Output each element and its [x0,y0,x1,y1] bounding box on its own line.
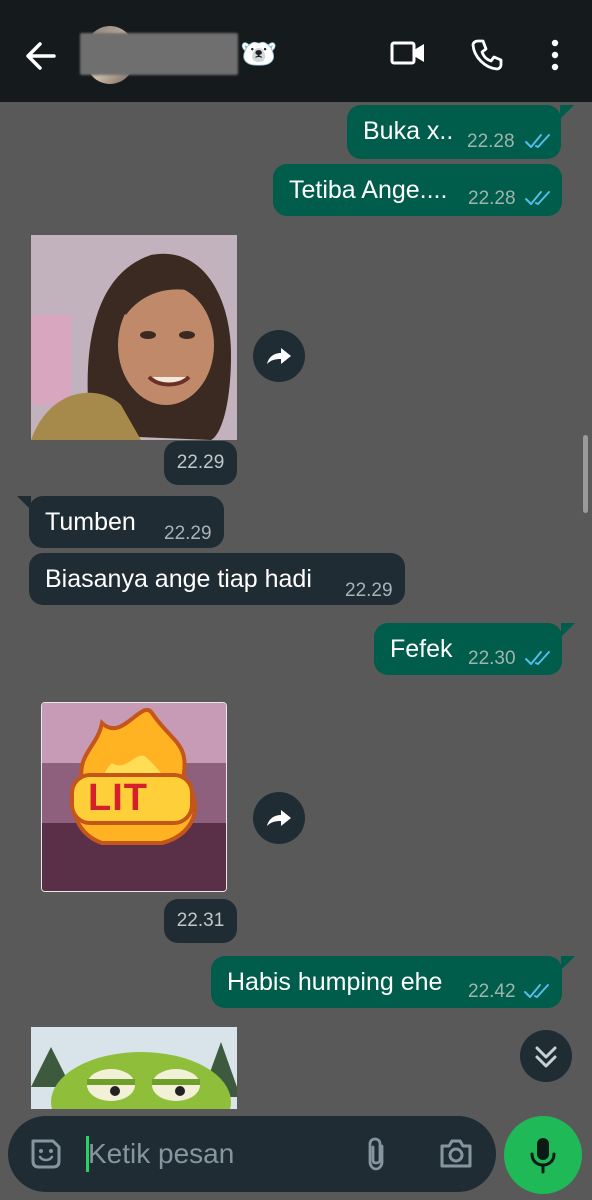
voice-record-button[interactable] [504,1116,582,1194]
chevron-double-down-icon [535,1046,557,1068]
forward-icon [267,348,291,364]
video-call-icon[interactable] [390,38,426,68]
incoming-message[interactable]: Biasanya ange tiap hadi 22.29 [29,553,405,605]
message-text: Fefek [390,635,453,663]
message-text: Buka x.. [363,117,454,145]
message-composer: Ketik pesan [8,1116,496,1192]
more-vertical-icon[interactable] [548,38,562,72]
read-ticks-icon [525,651,550,665]
chat-header: 🐻‍❄️ [0,0,592,102]
message-input[interactable]: Ketik pesan [88,1136,234,1172]
incoming-message[interactable]: Tumben 22.29 [29,496,224,548]
phone-icon[interactable] [470,38,504,72]
incoming-photo[interactable] [31,235,237,440]
message-time: 22.30 [468,648,516,669]
contact-name-emoji[interactable]: 🐻‍❄️ [240,38,277,72]
message-time: 22.28 [467,131,515,152]
bubble-tail [561,956,575,970]
bubble-tail [561,623,575,637]
read-ticks-icon [524,984,549,998]
forward-icon [267,810,291,826]
photo-content [31,235,237,440]
message-text: Tetiba Ange.... [289,176,448,204]
message-time: 22.29 [345,580,393,601]
bubble-tail [560,105,574,119]
message-time: 22.31 [164,899,237,943]
message-text: Biasanya ange tiap hadi [45,565,312,593]
read-ticks-icon [525,191,550,205]
outgoing-message[interactable]: Fefek 22.30 [374,623,562,675]
contact-name-redacted[interactable] [80,33,238,75]
message-time: 22.29 [164,523,212,544]
microphone-icon [530,1138,556,1174]
scrollbar[interactable] [583,435,588,513]
incoming-photo[interactable] [31,1027,237,1109]
scroll-to-bottom-button[interactable] [520,1030,572,1082]
paperclip-icon[interactable] [362,1136,392,1172]
message-time: 22.28 [468,188,516,209]
outgoing-message[interactable]: Habis humping ehe 22.42 [211,956,562,1008]
message-time: 22.42 [468,981,516,1002]
forward-button[interactable] [253,330,305,382]
arrow-left-icon[interactable] [24,38,58,74]
camera-icon[interactable] [438,1136,474,1172]
message-time: 22.29 [164,441,237,485]
message-text: Habis humping ehe [227,968,443,996]
read-ticks-icon [525,134,550,148]
forward-button[interactable] [253,792,305,844]
outgoing-message[interactable]: Buka x.. 22.28 [347,105,561,159]
outgoing-message[interactable]: Tetiba Ange.... 22.28 [273,164,562,216]
sticker-text: LIT [88,777,148,819]
photo-content [31,1027,237,1109]
message-text: Tumben [45,508,136,536]
bubble-tail [17,496,31,510]
incoming-sticker-photo[interactable]: LIT [41,702,227,892]
sticker-icon[interactable] [28,1136,64,1172]
